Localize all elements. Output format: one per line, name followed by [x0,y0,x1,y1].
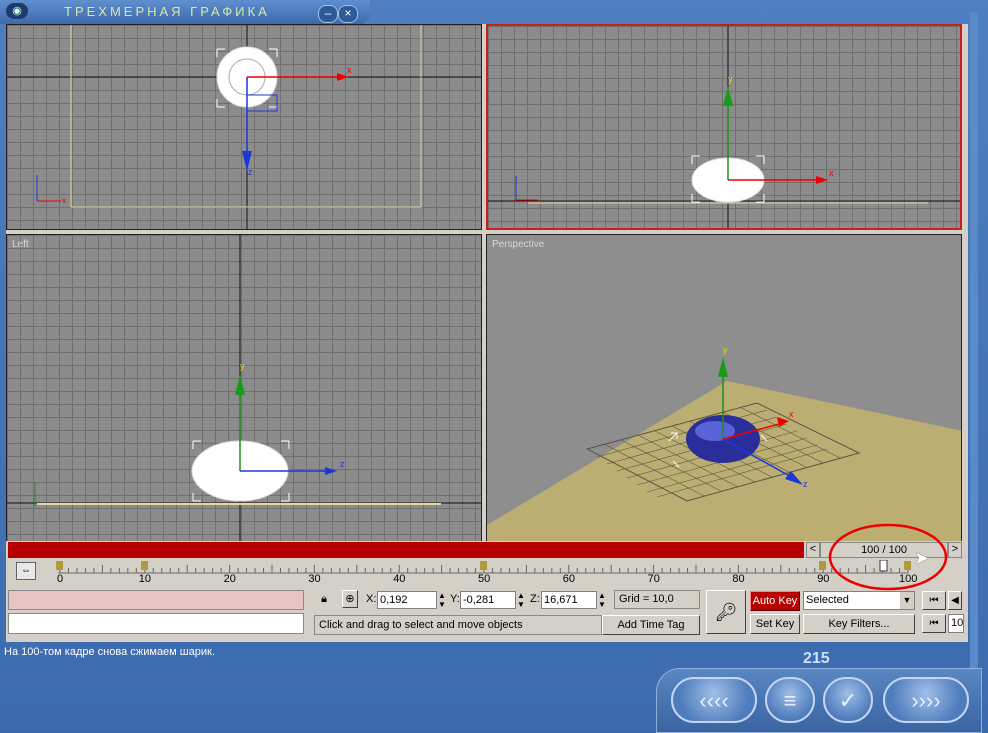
x-label: X: [366,593,377,605]
y-coordinate-field[interactable]: -0,281 [460,591,516,609]
svg-text:x: x [829,168,834,178]
front-view-scene: x y [488,26,960,228]
maxscript-listener-mini[interactable] [8,590,304,610]
set-key-button[interactable]: Set Key [750,614,800,634]
x-spinner-icon[interactable]: ▲ ▼ [437,591,447,609]
status-prompt: Click and drag to select and move object… [314,615,602,635]
track-tick-label: 20 [223,573,236,585]
absolute-mode-icon[interactable]: ⊕ [342,590,358,608]
svg-text:y: y [240,361,245,371]
forward-button[interactable]: ›››› [883,677,969,723]
z-label: Z: [530,593,540,605]
time-slider-track [8,542,804,558]
perspective-scene: y x z [487,345,961,541]
set-key-icon[interactable]: 🔑︎ [706,590,746,634]
viewport-left[interactable]: Left z y [6,234,482,542]
grid-size-display: Grid = 10,0 [614,590,700,609]
mouse-cursor-icon: ➤ [914,548,930,568]
track-tick-label: 0 [57,573,64,585]
chevron-down-icon[interactable]: ▼ [900,592,914,609]
svg-text:x: x [62,196,66,205]
svg-text:y: y [728,74,733,84]
y-spinner-icon[interactable]: ▲ ▼ [516,591,526,609]
y-label: Y: [450,593,460,605]
check-icon: ✓ [838,688,858,713]
current-frame-field[interactable]: 10 [948,614,964,633]
lock-icon[interactable]: 🔒︎ [316,590,332,608]
top-view-scene: x z x [7,25,481,229]
window-title: ТРЕХМЕРНАЯ ГРАФИКА [64,4,270,19]
svg-text:x: x [789,409,794,419]
window-rim [970,12,978,672]
lesson-message: На 100-том кадре снова сжимаем шарик. [4,646,215,658]
page-number: 215 [803,650,830,667]
svg-text:y: y [723,345,728,355]
minimize-button[interactable]: – [318,5,338,23]
time-slider-next-button[interactable]: > [948,542,962,558]
track-tick-label: 50 [478,573,491,585]
app-eye-icon[interactable]: ◉ [6,3,28,19]
maxscript-input[interactable] [8,613,304,634]
title-bar[interactable]: ◉ ТРЕХМЕРНАЯ ГРАФИКА – × [0,0,370,24]
track-tick-label: 80 [732,573,745,585]
track-tick-label: 10 [138,573,152,585]
z-spinner-icon[interactable]: ▲ ▼ [597,591,607,609]
left-view-scene: z y [7,235,481,541]
viewport-perspective[interactable]: Perspective y x z [486,234,962,542]
contents-button[interactable]: ≡ [765,677,815,723]
auto-key-button[interactable]: Auto Key [750,591,800,611]
previous-frame-icon[interactable]: ◀ [948,591,962,610]
track-ruler [56,560,911,574]
svg-text:z: z [803,479,808,489]
highlight-ellipse [828,523,948,591]
check-button[interactable]: ✓ [823,677,873,723]
svg-text:x: x [347,65,352,75]
close-button[interactable]: × [338,5,358,23]
track-tick-label: 40 [393,573,406,585]
z-coordinate-field[interactable]: 16,671 [541,591,597,609]
x-coordinate-field[interactable]: 0,192 [377,591,437,609]
key-filters-button[interactable]: Key Filters... [803,614,915,634]
viewport-top[interactable]: x z x [6,24,482,230]
svg-text:z: z [248,167,253,177]
track-bar[interactable]: ⇔ 0 10 20 30 40 50 60 70 80 90 100 [6,560,962,586]
viewport-front[interactable]: x y [486,24,962,230]
track-tick-label: 30 [308,573,321,585]
time-slider-bar[interactable]: < 100 / 100 > [6,541,962,559]
track-tick-label: 60 [562,573,576,585]
navigation-panel: ‹‹‹‹ ≡ ✓ ›››› [656,668,982,733]
svg-text:z: z [340,459,345,469]
back-arrows-icon: ‹‹‹‹ [699,688,729,713]
forward-arrows-icon: ›››› [911,688,941,713]
key-mode-toggle-icon[interactable]: ⏮ [922,614,946,633]
menu-icon: ≡ [783,688,797,713]
key-mode-value: Selected [806,594,849,606]
time-slider-prev-button[interactable]: < [806,542,820,558]
add-time-tag-button[interactable]: Add Time Tag [602,615,700,635]
max-main-area: x z x x y Left z y Perspective y x z < 1… [6,24,968,642]
track-tick-label: 70 [647,573,660,585]
back-button[interactable]: ‹‹‹‹ [671,677,757,723]
